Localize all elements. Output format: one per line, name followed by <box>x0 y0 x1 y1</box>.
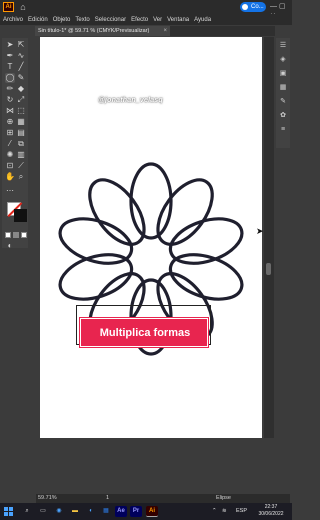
color-mode-swatch[interactable] <box>5 232 11 238</box>
zoom-level[interactable]: 59.71% <box>38 494 57 503</box>
ellipse-petal[interactable] <box>129 162 173 240</box>
current-tool-label: Elipse <box>216 495 231 501</box>
share-icon <box>242 4 248 10</box>
artboard-number[interactable]: 1 <box>106 494 109 503</box>
perspective-icon[interactable]: ▦ <box>16 117 26 127</box>
curvature-tool-icon[interactable]: ∿ <box>16 51 26 61</box>
menu-ayuda[interactable]: Ayuda <box>194 17 211 23</box>
ellipse-petal[interactable] <box>165 246 248 307</box>
slice-icon[interactable]: ⟋ <box>16 161 26 171</box>
tools-panel: ➤ ⇱ ✒ ∿ T ╱ ◯ ✎ ✏ ◆ ↻ ⤢ ⋈ ⬚ ⊕ ▦ ⊞ ▤ ⁄ ⧉ … <box>2 38 28 251</box>
direct-selection-icon[interactable]: ⇱ <box>16 40 26 50</box>
symbols-icon[interactable]: ✿ <box>278 111 288 121</box>
menu-edicion[interactable]: Edición <box>28 17 48 23</box>
artboard-icon[interactable]: ⊡ <box>5 161 15 171</box>
ellipse-petal[interactable] <box>165 211 248 272</box>
window-controls[interactable]: — ▢ ✕ <box>270 2 290 20</box>
properties-icon[interactable]: ☰ <box>278 41 288 51</box>
premiere-icon[interactable]: Pr <box>130 506 142 517</box>
blend-icon[interactable]: ⧉ <box>16 139 26 149</box>
document-tab[interactable]: Sin título-1* @ 59.71 % (CMYK/Previsuali… <box>35 26 170 36</box>
clock-date: 30/06/2022 <box>258 511 284 517</box>
windows-start-icon[interactable] <box>4 507 13 516</box>
width-tool-icon[interactable]: ⋈ <box>5 106 15 116</box>
ellipse-petal[interactable] <box>147 170 223 253</box>
draw-mode-icon[interactable]: ◐ <box>5 241 15 251</box>
line-tool-icon[interactable]: ╱ <box>16 62 26 72</box>
brushes-icon[interactable]: ✎ <box>278 97 288 107</box>
layers-icon[interactable]: ◈ <box>278 55 288 65</box>
stroke-swatch[interactable] <box>14 209 27 222</box>
search-icon[interactable]: ⌕ <box>22 506 32 517</box>
shape-builder-icon[interactable]: ⊕ <box>5 117 15 127</box>
mouse-cursor-icon: ➤ <box>256 226 264 236</box>
none-mode-swatch[interactable] <box>21 232 27 238</box>
free-transform-icon[interactable]: ⬚ <box>16 106 26 116</box>
brush-tool-icon[interactable]: ✎ <box>16 73 26 83</box>
menu-seleccionar[interactable]: Seleccionar <box>95 17 126 23</box>
right-panel-strip: ☰ ◈ ▣ ▦ ✎ ✿ ≡ <box>276 38 290 148</box>
after-effects-icon[interactable]: Ae <box>115 506 127 517</box>
pen-tool-icon[interactable]: ✒ <box>5 51 15 61</box>
ellipse-petal[interactable] <box>79 170 155 253</box>
eyedropper-icon[interactable]: ⁄ <box>5 139 15 149</box>
caption-text: Multiplica formas <box>99 327 191 339</box>
ellipse-petal[interactable] <box>54 211 137 272</box>
scale-tool-icon[interactable]: ⤢ <box>16 95 26 105</box>
menu-efecto[interactable]: Efecto <box>131 17 148 23</box>
illustrator-logo: Ai <box>3 2 14 12</box>
menu-ver[interactable]: Ver <box>153 17 162 23</box>
menu-ventana[interactable]: Ventana <box>167 17 189 23</box>
close-tab-icon[interactable]: × <box>163 26 167 36</box>
menu-archivo[interactable]: Archivo <box>3 17 23 23</box>
eraser-tool-icon[interactable]: ◆ <box>16 84 26 94</box>
zoom-tool-icon[interactable]: ⌕ <box>16 172 26 182</box>
ellipse-petal[interactable] <box>54 246 137 307</box>
menu-texto[interactable]: Texto <box>75 17 89 23</box>
selection-tool-icon[interactable]: ➤ <box>5 40 15 50</box>
rotate-tool-icon[interactable]: ↻ <box>5 95 15 105</box>
edge-icon[interactable]: ◐ <box>86 506 96 517</box>
illustrator-window: Ai ⌂ Co... — ▢ ✕ Archivo Edición Objeto … <box>0 0 292 520</box>
swatches-icon[interactable]: ▦ <box>278 83 288 93</box>
menu-objeto[interactable]: Objeto <box>53 17 71 23</box>
chrome-icon[interactable]: ◉ <box>54 506 64 517</box>
watermark-text: @jonathan_velasq <box>98 97 163 104</box>
share-button[interactable]: Co... <box>240 2 266 12</box>
store-icon[interactable]: ▦ <box>101 506 111 517</box>
app-bar: Ai ⌂ Co... — ▢ ✕ <box>0 0 292 20</box>
task-view-icon[interactable]: ▭ <box>38 506 48 517</box>
hand-tool-icon[interactable]: ✋ <box>5 172 15 182</box>
scroll-thumb[interactable] <box>266 263 271 275</box>
illustrator-taskbar-icon[interactable]: Ai <box>146 506 158 517</box>
vertical-scrollbar[interactable] <box>264 37 274 438</box>
graph-icon[interactable]: ▥ <box>16 150 26 160</box>
caption-banner: Multiplica formas <box>80 318 208 347</box>
file-explorer-icon[interactable]: ▬ <box>70 506 80 517</box>
status-bar: 59.71% 1 Elipse <box>36 494 290 503</box>
mesh-icon[interactable]: ⊞ <box>5 128 15 138</box>
menu-bar: Archivo Edición Objeto Texto Seleccionar… <box>0 14 292 25</box>
clock-time: 22:37 <box>264 504 278 510</box>
home-icon[interactable]: ⌂ <box>18 2 28 12</box>
symbol-sprayer-icon[interactable]: ✺ <box>5 150 15 160</box>
document-tab-bar: Sin título-1* @ 59.71 % (CMYK/Previsuali… <box>35 26 275 36</box>
clock[interactable]: 22:37 30/06/2022 <box>254 504 288 518</box>
pencil-tool-icon[interactable]: ✏ <box>5 84 15 94</box>
windows-taskbar: ⌕ ▭ ◉ ▬ ◐ ▦ Ae Pr Ai ⌃ ≋ ESP 22:37 30/06… <box>0 503 292 520</box>
wifi-icon[interactable]: ≋ <box>222 506 227 517</box>
document-tab-title: Sin título-1* @ 59.71 % (CMYK/Previsuali… <box>38 28 150 34</box>
type-tool-icon[interactable]: T <box>5 62 15 72</box>
share-button-label: Co... <box>251 4 264 10</box>
gradient-mode-swatch[interactable] <box>13 232 19 238</box>
edit-toolbar-icon[interactable]: ⋯ <box>5 186 15 196</box>
artboard[interactable]: @jonathan_velasq Multiplica formas <box>40 37 262 438</box>
libraries-icon[interactable]: ▣ <box>278 69 288 79</box>
tray-chevron-icon[interactable]: ⌃ <box>212 506 217 517</box>
gradient-icon[interactable]: ▤ <box>16 128 26 138</box>
stroke-panel-icon[interactable]: ≡ <box>278 125 288 135</box>
language-indicator[interactable]: ESP <box>236 506 247 517</box>
ellipse-tool-icon[interactable]: ◯ <box>5 73 15 83</box>
